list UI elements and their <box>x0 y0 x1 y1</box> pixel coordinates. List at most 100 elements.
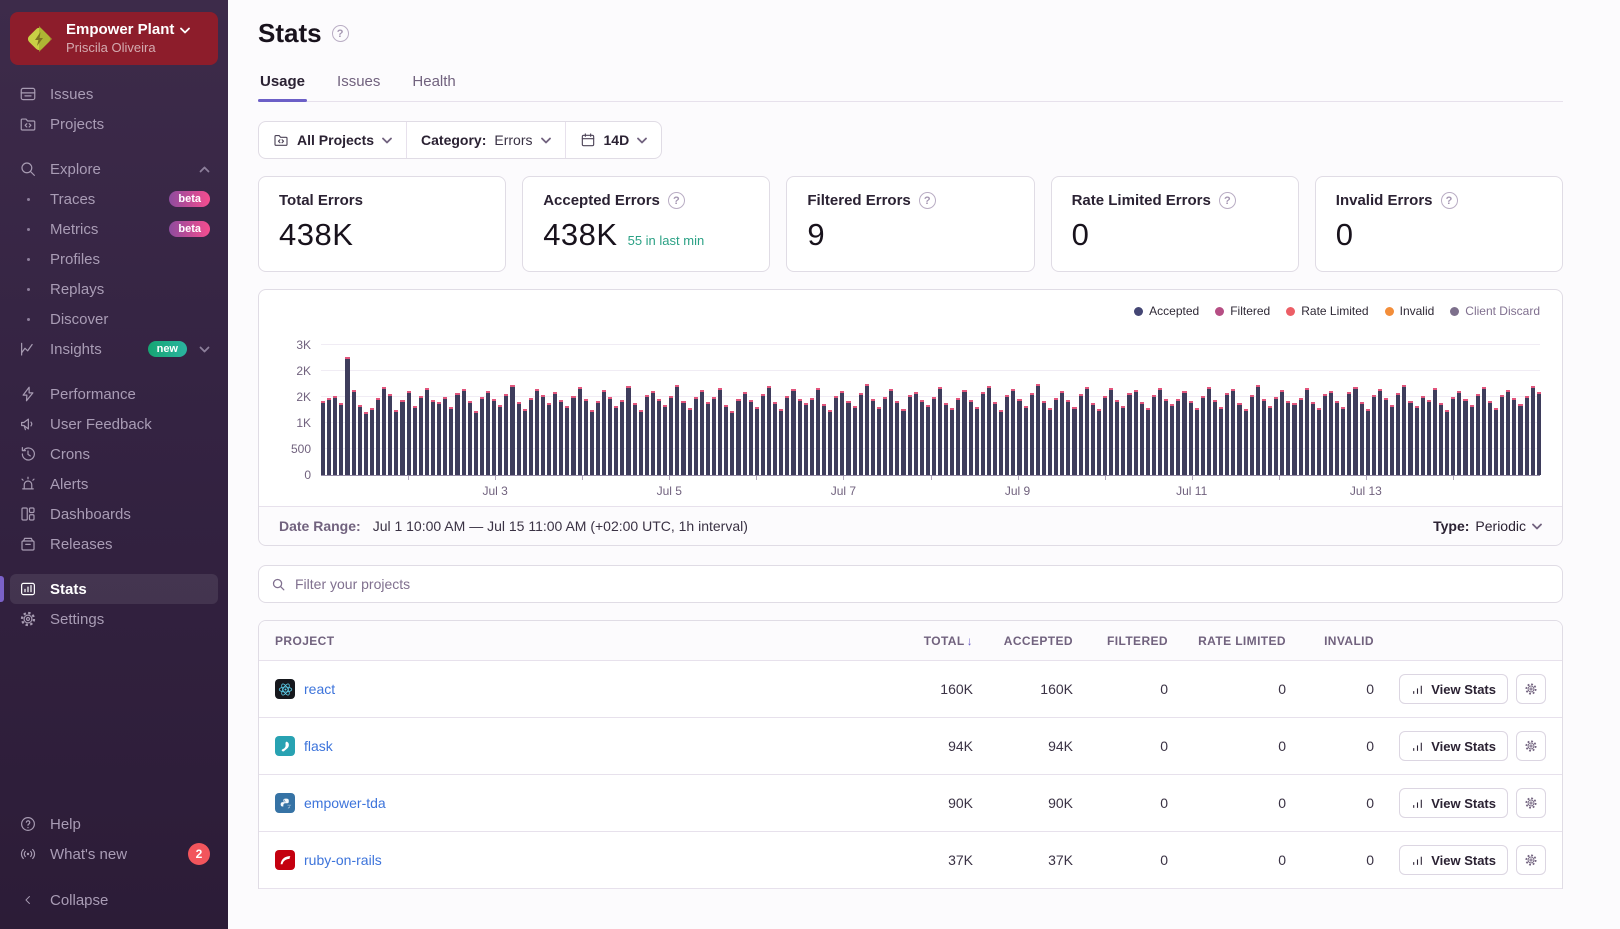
sidebar-item-replays[interactable]: Replays <box>10 274 218 304</box>
legend-item-accepted[interactable]: Accepted <box>1134 304 1199 318</box>
org-switcher[interactable]: Empower Plant Priscila Oliveira <box>10 12 218 65</box>
new-badge: new <box>147 341 187 357</box>
sidebar-item-releases[interactable]: Releases <box>10 529 218 559</box>
type-dropdown[interactable]: Type: Periodic <box>1433 518 1542 534</box>
category-dropdown[interactable]: Category: Errors <box>406 122 564 158</box>
cell-accepted: 37K <box>1048 852 1073 868</box>
view-stats-button[interactable]: View Stats <box>1399 788 1508 818</box>
search-input[interactable] <box>295 576 1550 592</box>
rails-platform-icon <box>275 850 295 870</box>
project-settings-button[interactable] <box>1516 674 1546 704</box>
column-header-project[interactable]: Project <box>275 634 868 648</box>
column-header-filtered[interactable]: Filtered <box>1073 634 1168 648</box>
sidebar-item-performance[interactable]: Performance <box>10 379 218 409</box>
page-header: Stats ? <box>258 18 1563 49</box>
legend-item-invalid[interactable]: Invalid <box>1384 304 1434 318</box>
bullet-icon <box>18 227 38 231</box>
table-header-row: Project Total ↓ Accepted Filtered Rate Li… <box>259 621 1562 661</box>
stat-card-rate-limited-errors: Rate Limited Errors? 0 <box>1050 176 1299 272</box>
sidebar-item-label: Issues <box>50 85 94 103</box>
cell-total: 90K <box>948 795 973 811</box>
projects-table: Project Total ↓ Accepted Filtered Rate Li… <box>258 620 1563 889</box>
help-icon[interactable]: ? <box>1440 192 1458 209</box>
sidebar-item-metrics[interactable]: Metrics beta <box>10 214 218 244</box>
view-stats-button[interactable]: View Stats <box>1399 674 1508 704</box>
sidebar-item-insights[interactable]: Insights new <box>10 334 218 364</box>
column-header-accepted[interactable]: Accepted <box>973 634 1073 648</box>
stat-card-label: Invalid Errors <box>1335 192 1433 209</box>
sidebar-item-profiles[interactable]: Profiles <box>10 244 218 274</box>
sidebar-item-collapse[interactable]: Collapse <box>10 885 218 915</box>
project-settings-button[interactable] <box>1516 731 1546 761</box>
beta-badge: beta <box>169 191 210 207</box>
project-filter-dropdown[interactable]: All Projects <box>259 122 406 158</box>
project-link[interactable]: flask <box>304 738 333 754</box>
project-settings-button[interactable] <box>1516 845 1546 875</box>
help-icon[interactable]: ? <box>667 192 685 209</box>
stat-card-total-errors: Total Errors 438K <box>258 176 507 272</box>
flask-platform-icon <box>275 736 295 756</box>
bullet-icon <box>18 287 38 291</box>
sidebar-item-stats[interactable]: Stats <box>0 574 218 604</box>
help-icon[interactable]: ? <box>1218 192 1236 209</box>
org-name: Empower Plant <box>66 21 175 38</box>
stat-card-value: 9 <box>807 217 826 252</box>
sidebar-item-label: What's new <box>50 845 128 863</box>
gear-icon <box>18 610 38 628</box>
help-icon[interactable]: ? <box>331 25 349 42</box>
cell-invalid: 0 <box>1366 852 1374 868</box>
cell-filtered: 0 <box>1160 738 1168 754</box>
sidebar-item-label: Collapse <box>50 891 109 909</box>
gear-icon <box>1525 797 1537 809</box>
stat-cards: Total Errors 438K Accepted Errors? 438K 5… <box>258 176 1563 272</box>
chevron-down-icon <box>180 27 191 34</box>
view-stats-button[interactable]: View Stats <box>1399 845 1508 875</box>
view-stats-button[interactable]: View Stats <box>1399 731 1508 761</box>
sidebar-item-settings[interactable]: Settings <box>10 604 218 634</box>
react-platform-icon <box>275 679 295 699</box>
beta-badge: beta <box>169 221 210 237</box>
project-settings-button[interactable] <box>1516 788 1546 818</box>
category-label: Category: <box>421 132 487 148</box>
legend-item-client-discard[interactable]: Client Discard <box>1450 304 1540 318</box>
sidebar-item-whats-new[interactable]: What's new 2 <box>10 839 218 869</box>
legend-item-filtered[interactable]: Filtered <box>1215 304 1270 318</box>
sidebar-footer: Help What's new 2 Collapse <box>0 809 228 929</box>
help-icon[interactable]: ? <box>918 192 936 209</box>
sidebar-item-dashboards[interactable]: Dashboards <box>10 499 218 529</box>
sidebar-item-help[interactable]: Help <box>10 809 218 839</box>
cell-rate-limited: 0 <box>1278 738 1286 754</box>
sidebar-item-explore[interactable]: Explore <box>10 154 218 184</box>
column-header-rate-limited[interactable]: Rate Limited <box>1168 634 1286 648</box>
nav-gap <box>10 869 218 885</box>
project-link[interactable]: empower-tda <box>304 795 386 811</box>
cell-total: 37K <box>948 852 973 868</box>
sidebar-item-projects[interactable]: Projects <box>10 109 218 139</box>
tab-issues[interactable]: Issues <box>335 73 382 101</box>
sidebar-item-issues[interactable]: Issues <box>10 79 218 109</box>
help-circle-icon <box>18 815 38 833</box>
table-row: flask 94K 94K 0 0 0 View Stats <box>259 718 1562 775</box>
column-header-total[interactable]: Total ↓ <box>868 634 973 648</box>
sidebar-item-alerts[interactable]: Alerts <box>10 469 218 499</box>
project-link[interactable]: ruby-on-rails <box>304 852 382 868</box>
date-period-dropdown[interactable]: 14D <box>564 122 662 158</box>
chevron-up-icon <box>199 166 210 172</box>
sidebar-item-crons[interactable]: Crons <box>10 439 218 469</box>
project-search <box>258 565 1563 603</box>
usage-chart-card: Accepted Filtered Rate Limited Invalid C… <box>258 289 1563 546</box>
table-row: empower-tda 90K 90K 0 0 0 View Stats <box>259 775 1562 832</box>
project-link[interactable]: react <box>304 681 335 697</box>
sidebar-item-label: Insights <box>50 340 102 358</box>
sidebar-item-user-feedback[interactable]: User Feedback <box>10 409 218 439</box>
tab-health[interactable]: Health <box>410 73 457 101</box>
column-header-invalid[interactable]: Invalid <box>1286 634 1374 648</box>
chart-bars[interactable] <box>321 336 1541 475</box>
sidebar-item-traces[interactable]: Traces beta <box>10 184 218 214</box>
sidebar-item-label: Performance <box>50 385 136 403</box>
sidebar-item-discover[interactable]: Discover <box>10 304 218 334</box>
legend-item-rate-limited[interactable]: Rate Limited <box>1286 304 1369 318</box>
date-range-label: Date Range: <box>279 518 361 534</box>
stat-card-label: Rate Limited Errors <box>1071 192 1211 209</box>
tab-usage[interactable]: Usage <box>258 73 308 102</box>
